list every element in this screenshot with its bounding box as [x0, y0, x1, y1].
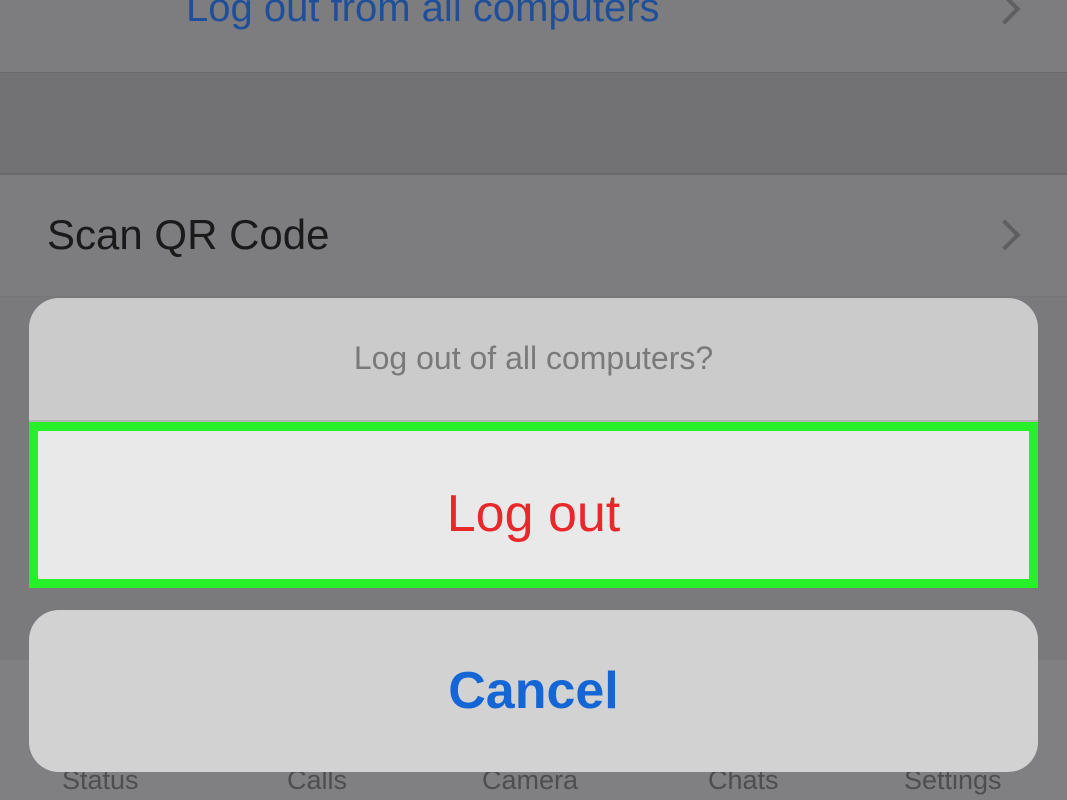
cancel-button[interactable]: Cancel: [29, 610, 1038, 772]
logout-all-row[interactable]: Log out from all computers: [0, 0, 1067, 72]
scan-qr-label: Scan QR Code: [47, 211, 330, 258]
section-gap: [0, 73, 1067, 173]
logout-button-label: Log out: [446, 485, 621, 543]
chevron-right-icon: [989, 0, 1021, 25]
scan-qr-row[interactable]: Scan QR Code: [0, 175, 1067, 296]
logout-button[interactable]: Log out: [29, 422, 1038, 588]
logout-all-label: Log out from all computers: [186, 0, 660, 30]
cancel-button-label: Cancel: [448, 662, 619, 720]
action-sheet-title: Log out of all computers?: [353, 340, 714, 376]
